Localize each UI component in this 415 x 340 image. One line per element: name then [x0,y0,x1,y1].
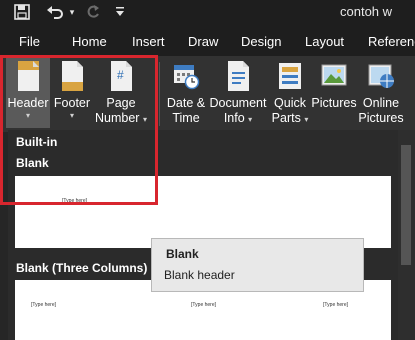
online-pictures-label-line2: Pictures [358,111,404,125]
pictures-button[interactable]: Pictures [311,60,357,111]
date-time-label-line1: Date & [166,96,206,110]
pictures-icon [321,64,347,86]
placeholder-center: [Type here] [191,302,217,308]
undo-dropdown-icon[interactable]: ▾ [66,2,78,22]
tooltip-description: Blank header [164,268,235,282]
tab-home[interactable]: Home [72,34,107,49]
quick-parts-label-line2: Parts [271,111,301,125]
menu-bar: File Home Insert Draw Design Layout Refe… [0,26,415,56]
placeholder-right: [Type here] [323,302,349,308]
online-pictures-label-line1: Online [362,96,400,110]
quick-parts-button[interactable]: Quick Parts ▾ [270,60,310,127]
pictures-label: Pictures [311,96,357,110]
calendar-clock-icon [174,65,200,90]
document-title: contoh w [340,4,393,19]
tooltip: Blank Blank header [151,238,364,292]
customize-toolbar-icon[interactable] [114,2,126,22]
ribbon-group-divider [159,62,160,126]
document-info-label-line1: Document [209,96,267,110]
date-time-label-line2: Time [172,111,200,125]
document-info-label-line2: Info [223,111,245,125]
gallery-scroll-thumb[interactable] [401,145,411,265]
undo-icon[interactable] [44,2,66,22]
tab-draw[interactable]: Draw [188,34,218,49]
tooltip-title: Blank [166,247,199,261]
document-info-button[interactable]: Document Info ▾ [209,60,267,127]
highlight-box [0,55,158,205]
save-icon[interactable] [12,2,32,22]
quick-parts-label-line1: Quick [274,96,306,110]
tab-file[interactable]: File [19,34,40,49]
title-bar: ▾ contoh w [0,0,415,26]
tab-references[interactable]: Referenc [368,34,415,49]
online-pictures-icon [368,64,394,88]
document-info-icon [228,61,249,91]
quick-parts-caret-icon: ▾ [304,115,309,124]
redo-icon[interactable] [84,2,102,22]
online-pictures-button[interactable]: Online Pictures [358,60,404,126]
quick-parts-icon [279,63,301,89]
document-info-caret-icon: ▾ [248,115,253,124]
tab-layout[interactable]: Layout [305,34,344,49]
placeholder-left: [Type here] [31,302,57,308]
tab-insert[interactable]: Insert [132,34,165,49]
tab-design[interactable]: Design [241,34,281,49]
date-time-button[interactable]: Date & Time [164,60,208,126]
